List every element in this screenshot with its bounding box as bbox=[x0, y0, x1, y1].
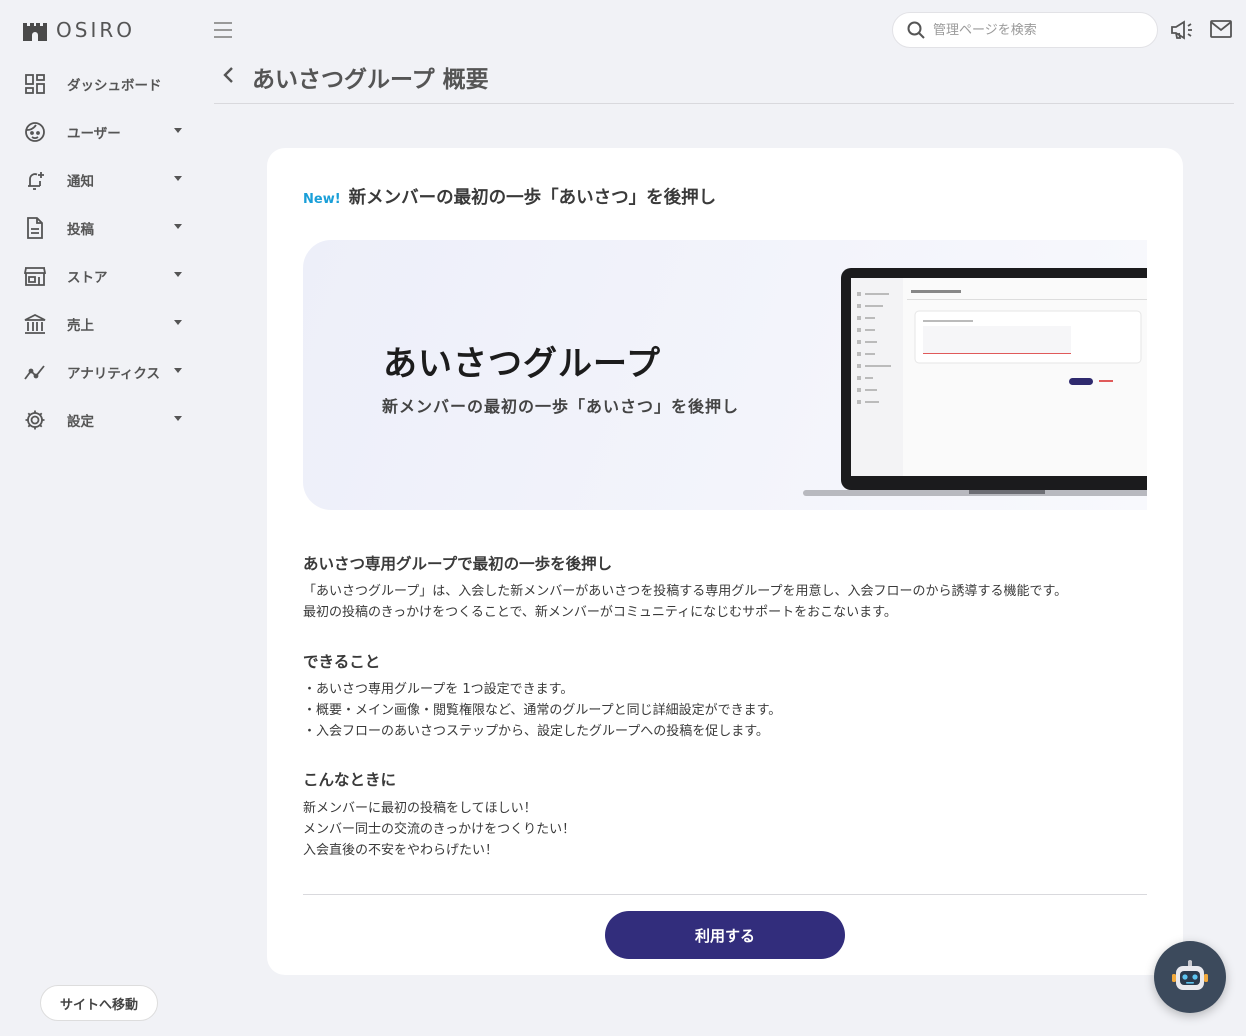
document-icon bbox=[24, 217, 46, 239]
body-line: 入会直後の不安をやわらげたい！ bbox=[303, 843, 499, 858]
hero-title: あいさつグループ bbox=[383, 344, 661, 384]
sidebar-item-dashboard[interactable]: ダッシュボード bbox=[0, 60, 200, 108]
chevron-down-icon bbox=[174, 272, 182, 277]
sidebar-item-label: 設定 bbox=[67, 414, 94, 430]
section-title: できること bbox=[303, 653, 381, 671]
sidebar-item-label: 通知 bbox=[67, 174, 94, 190]
laptop-illustration bbox=[803, 268, 1147, 496]
chevron-down-icon bbox=[174, 128, 182, 133]
sidebar-item-store[interactable]: ストア bbox=[0, 252, 200, 300]
body-line: 「あいさつグループ」は、入会した新メンバーがあいさつを投稿する専用グループを用意… bbox=[303, 584, 1068, 599]
section-title: あいさつ専用グループで最初の一歩を後押し bbox=[303, 555, 613, 573]
sidebar-item-settings[interactable]: 設定 bbox=[0, 396, 200, 444]
feature-overview-card: New! 新メンバーの最初の一歩「あいさつ」を後押し あいさつグループ 新メンバ… bbox=[267, 148, 1183, 975]
body-line: ・入会フローのあいさつステップから、設定したグループへの投稿を促します。 bbox=[303, 724, 769, 739]
store-icon bbox=[24, 265, 46, 287]
hero-subtitle: 新メンバーの最初の一歩「あいさつ」を後押し bbox=[382, 397, 740, 416]
brand-name: OSIRO bbox=[56, 18, 135, 42]
body-line: ・概要・メイン画像・閲覧権限など、通常のグループと同じ詳細設定ができます。 bbox=[303, 703, 782, 718]
megaphone-icon[interactable] bbox=[1170, 19, 1194, 41]
sidebar-item-label: ユーザー bbox=[67, 126, 121, 142]
sidebar-item-sales[interactable]: 売上 bbox=[0, 300, 200, 348]
chevron-down-icon bbox=[174, 416, 182, 421]
castle-icon bbox=[23, 23, 47, 41]
body-line: 新メンバーに最初の投稿をしてほしい！ bbox=[303, 801, 537, 816]
brand-logo[interactable]: OSIRO bbox=[22, 18, 135, 42]
body-line: 最初の投稿のきっかけをつくることで、新メンバーがコミュニティになじむサポートをお… bbox=[303, 605, 897, 620]
bank-icon bbox=[24, 313, 46, 335]
sidebar-nav: ダッシュボード ユーザー 通知 投稿 ストア 売上 アナリティクス 設定 bbox=[0, 60, 200, 444]
sidebar-item-analytics[interactable]: アナリティクス bbox=[0, 348, 200, 396]
robot-icon bbox=[1172, 960, 1208, 990]
chevron-down-icon bbox=[174, 320, 182, 325]
sidebar-item-posts[interactable]: 投稿 bbox=[0, 204, 200, 252]
menu-toggle-icon[interactable] bbox=[214, 22, 232, 38]
bell-add-icon bbox=[24, 169, 46, 191]
gear-icon bbox=[24, 409, 46, 431]
divider bbox=[303, 894, 1147, 895]
sidebar-item-label: 投稿 bbox=[67, 222, 94, 238]
hero-banner: あいさつグループ 新メンバーの最初の一歩「あいさつ」を後押し bbox=[303, 240, 1147, 510]
body-line: ・あいさつ専用グループを 1つ設定できます。 bbox=[303, 682, 574, 697]
feature-headline: 新メンバーの最初の一歩「あいさつ」を後押し bbox=[348, 188, 717, 208]
section-body: 「あいさつグループ」は、入会した新メンバーがあいさつを投稿する専用グループを用意… bbox=[303, 581, 1067, 623]
sidebar: OSIRO ダッシュボード ユーザー 通知 投稿 ストア 売上 アナリティクス … bbox=[0, 0, 200, 1036]
sidebar-item-label: 売上 bbox=[67, 318, 94, 334]
search-input[interactable] bbox=[933, 22, 1133, 38]
chevron-down-icon bbox=[174, 224, 182, 229]
sidebar-item-label: ダッシュボード bbox=[67, 78, 162, 94]
go-to-site-button[interactable]: サイトへ移動 bbox=[40, 985, 158, 1021]
search-icon bbox=[907, 21, 925, 39]
search-box[interactable] bbox=[892, 12, 1158, 48]
section-body: 新メンバーに最初の投稿をしてほしい！ メンバー同士の交流のきっかけをつくりたい！… bbox=[303, 798, 575, 861]
use-button[interactable]: 利用する bbox=[605, 911, 845, 959]
headline-row: New! 新メンバーの最初の一歩「あいさつ」を後押し bbox=[303, 184, 716, 209]
analytics-icon bbox=[24, 361, 46, 383]
sidebar-item-notifications[interactable]: 通知 bbox=[0, 156, 200, 204]
new-badge: New! bbox=[303, 192, 341, 207]
page-title: あいさつグループ 概要 bbox=[252, 67, 489, 93]
user-face-icon bbox=[24, 121, 46, 143]
page-header: あいさつグループ 概要 bbox=[214, 56, 1234, 104]
dashboard-icon bbox=[24, 73, 46, 95]
mail-icon[interactable] bbox=[1210, 20, 1232, 38]
sidebar-item-label: アナリティクス bbox=[67, 366, 161, 382]
chevron-down-icon bbox=[174, 368, 182, 373]
body-line: メンバー同士の交流のきっかけをつくりたい！ bbox=[303, 822, 576, 837]
back-arrow-icon[interactable] bbox=[220, 66, 238, 84]
chevron-down-icon bbox=[174, 176, 182, 181]
section-body: ・あいさつ専用グループを 1つ設定できます。 ・概要・メイン画像・閲覧権限など、… bbox=[303, 679, 781, 742]
sidebar-item-users[interactable]: ユーザー bbox=[0, 108, 200, 156]
section-title: こんなときに bbox=[303, 771, 397, 789]
chatbot-button[interactable] bbox=[1154, 941, 1226, 1013]
sidebar-item-label: ストア bbox=[67, 270, 108, 286]
